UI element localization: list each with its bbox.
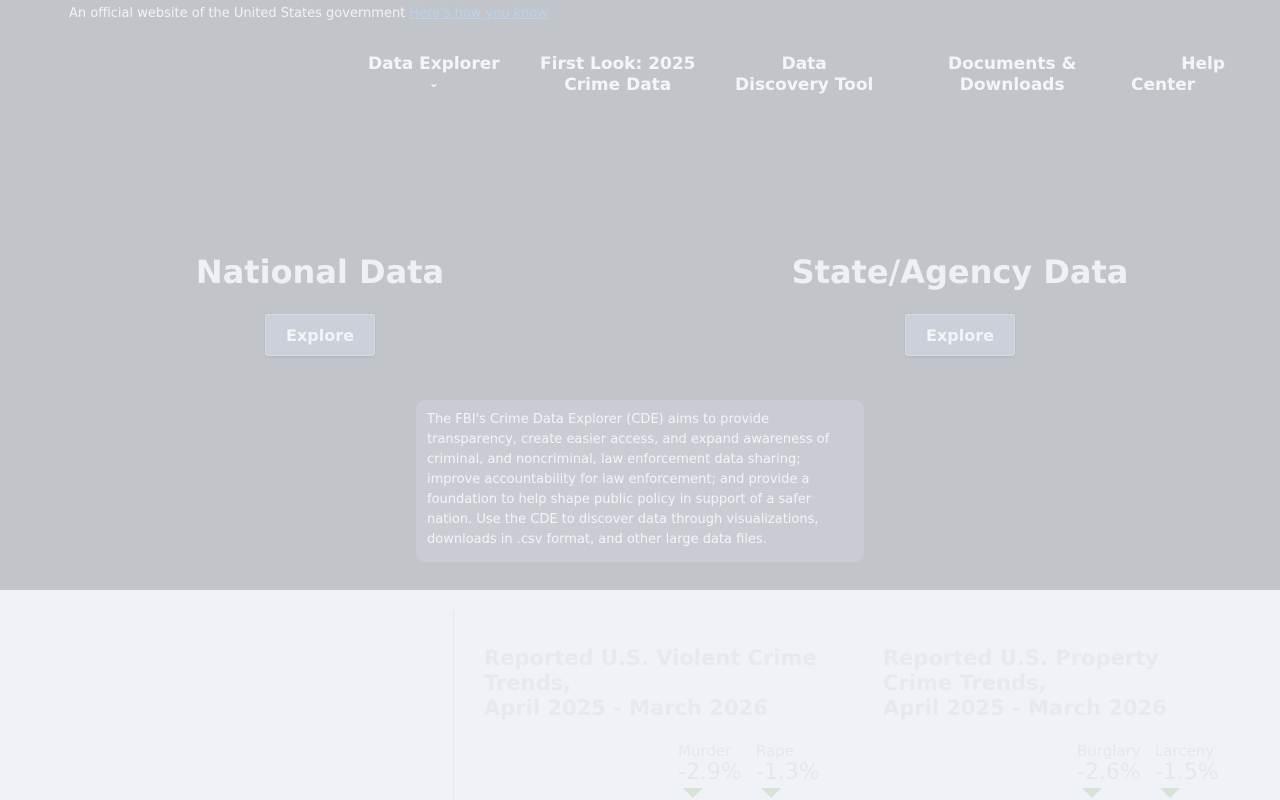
stat-value: -2.9%	[678, 760, 742, 785]
nav-documents-downloads[interactable]: Documents & Downloads	[948, 54, 1076, 96]
nav-documents-line1: Documents &	[948, 54, 1077, 74]
nav-first-look[interactable]: First Look: 2025 Crime Data	[540, 54, 696, 96]
nav-first-look-line1: First Look: 2025	[540, 54, 696, 74]
nav-data-discovery-tool[interactable]: Data Discovery Tool	[735, 54, 873, 96]
stat-rape: Rape -1.3%	[756, 742, 820, 798]
stat-value: -2.6%	[1077, 760, 1141, 785]
nav-documents-line2: Downloads	[959, 75, 1065, 95]
violent-title-line1: Reported U.S. Violent Crime	[484, 646, 817, 670]
chevron-down-icon: ⌄	[428, 76, 439, 90]
nav-data-discovery-line2: Discovery Tool	[735, 75, 874, 95]
nav-data-explorer-label: Data Explorer	[368, 54, 500, 74]
stat-name: Burglary	[1077, 742, 1141, 760]
state-agency-data-section: State/Agency Data Explore	[750, 252, 1170, 356]
decrease-arrow-icon	[1082, 788, 1102, 798]
section-divider	[453, 610, 454, 800]
stat-value: -1.3%	[756, 760, 820, 785]
nav-help-line2: Center	[1131, 75, 1196, 95]
nav-first-look-line2: Crime Data	[564, 75, 672, 95]
state-explore-button[interactable]: Explore	[905, 314, 1015, 356]
national-data-section: National Data Explore	[110, 252, 530, 356]
stat-value: -1.5%	[1155, 760, 1219, 785]
stat-name: Murder	[678, 742, 732, 760]
property-crime-trends-title: Reported U.S. Property Crime Trends, Apr…	[883, 646, 1263, 721]
national-explore-button[interactable]: Explore	[265, 314, 375, 356]
stat-burglary: Burglary -2.6%	[1077, 742, 1141, 798]
property-title-line2: Crime Trends,	[883, 671, 1047, 695]
about-cde-card: The FBI's Crime Data Explorer (CDE) aims…	[416, 400, 864, 562]
decrease-arrow-icon	[683, 788, 703, 798]
property-title-line3: April 2025 - March 2026	[883, 696, 1167, 720]
stat-name: Rape	[756, 742, 795, 760]
nav-data-discovery-line1: Data	[781, 54, 827, 74]
decrease-arrow-icon	[761, 788, 781, 798]
crime-trends-section: Reported U.S. Violent Crime Trends, Apri…	[0, 590, 1280, 800]
nav-help-line1: Help	[1181, 54, 1225, 74]
gov-banner: An official website of the United States…	[69, 6, 548, 21]
violent-title-line2: Trends,	[484, 671, 572, 695]
violent-crime-trends-title: Reported U.S. Violent Crime Trends, Apri…	[484, 646, 864, 721]
stat-name: Larceny	[1155, 742, 1215, 760]
decrease-arrow-icon	[1160, 788, 1180, 798]
stat-larceny: Larceny -1.5%	[1155, 742, 1219, 798]
gov-banner-text: An official website of the United States…	[69, 6, 406, 21]
state-agency-data-title: State/Agency Data	[791, 253, 1129, 291]
stat-murder: Murder -2.9%	[678, 742, 742, 798]
national-data-title: National Data	[195, 253, 445, 291]
nav-data-explorer[interactable]: Data Explorer ⌄	[368, 54, 500, 89]
property-title-line1: Reported U.S. Property	[883, 646, 1159, 670]
violent-title-line3: April 2025 - March 2026	[484, 696, 768, 720]
nav-help-center[interactable]: Help Center	[1131, 54, 1225, 96]
how-you-know-link[interactable]: Here's how you know	[409, 6, 548, 21]
